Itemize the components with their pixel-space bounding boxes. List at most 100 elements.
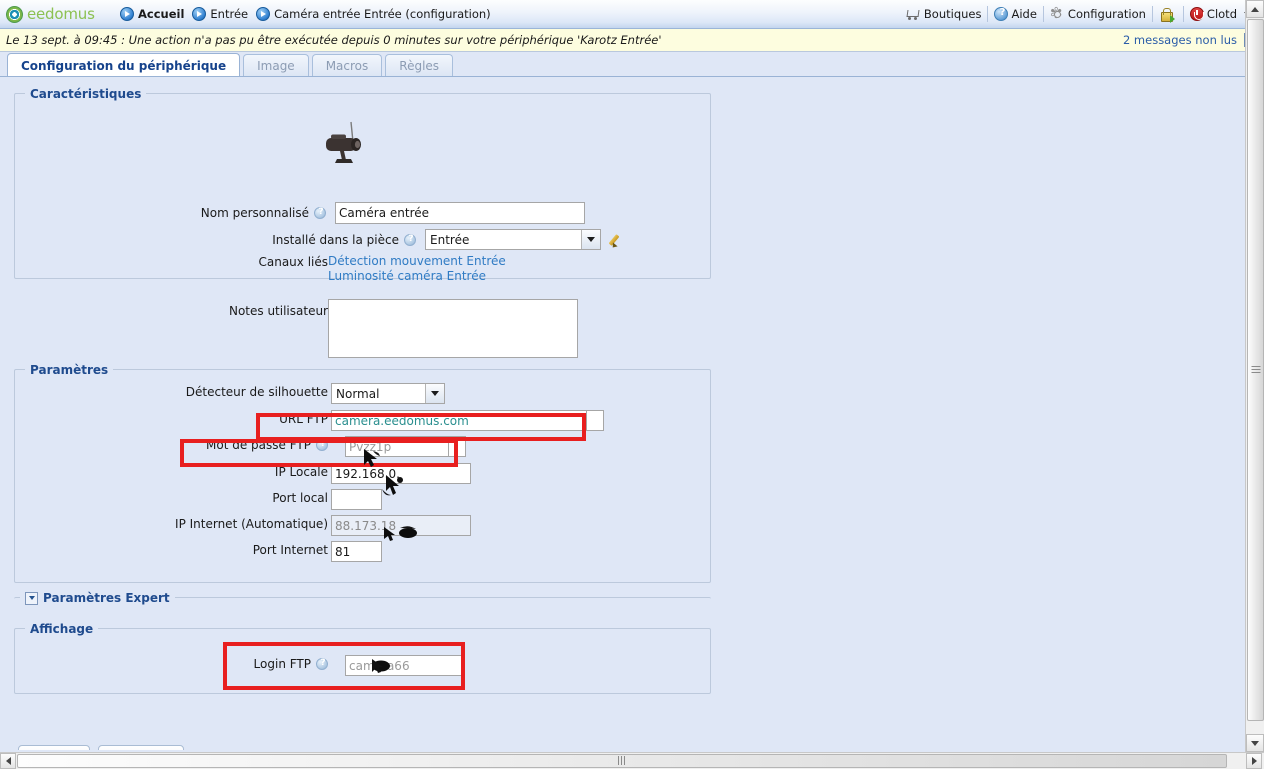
canal-link-detection-mouvement[interactable]: Détection mouvement Entrée: [328, 254, 506, 269]
input-mot-de-passe-ftp[interactable]: Pvzz1p: [345, 436, 449, 457]
input-nom-personnalise[interactable]: Caméra entrée: [335, 202, 585, 224]
input-login-ftp[interactable]: camera66: [345, 655, 463, 676]
field-port-local: Port local: [15, 491, 328, 505]
tab-image[interactable]: Image: [243, 54, 309, 77]
input-url-ftp[interactable]: camera.eedomus.com: [331, 410, 587, 431]
field-notes-utilisateur: Notes utilisateur: [15, 304, 328, 318]
section-caracteristiques: Caractéristiques Nom personnalisé Caméra…: [14, 87, 711, 358]
help-icon[interactable]: [404, 233, 417, 246]
secure-session-button[interactable]: [1153, 7, 1183, 23]
camera-icon: [315, 120, 375, 168]
select-detecteur-silhouette[interactable]: Normal: [331, 383, 445, 404]
label-mot-de-passe-ftp: Mot de passe FTP: [206, 438, 311, 452]
canaux-lies-links: Détection mouvement Entrée Luminosité ca…: [328, 254, 506, 284]
chevron-down-icon[interactable]: [25, 591, 38, 605]
section-parametres-expert-legend: Paramètres Expert: [20, 591, 175, 605]
brand-logo[interactable]: eedomus: [0, 5, 112, 23]
header-link-boutiques-label: Boutiques: [923, 7, 982, 21]
eedomus-logo-icon: [6, 5, 23, 23]
select-detecteur-value: Normal: [336, 386, 380, 401]
section-affichage: Affichage Login FTP camera66: [14, 622, 711, 694]
field-login-ftp: Login FTP: [15, 657, 329, 671]
unread-messages-count[interactable]: 2 messages non lus: [1123, 33, 1237, 47]
help-icon[interactable]: [316, 658, 329, 670]
content-pane: Caractéristiques Nom personnalisé Caméra…: [0, 76, 1245, 750]
input-url-ftp-suffix[interactable]: [587, 410, 604, 431]
section-parametres-legend: Paramètres: [25, 363, 114, 377]
field-detecteur-silhouette: Détecteur de silhouette: [15, 385, 328, 399]
scroll-left-button[interactable]: [0, 753, 16, 769]
save-button[interactable]: Sauver: [18, 745, 90, 750]
tab-regles[interactable]: Règles: [385, 54, 454, 77]
field-canaux-lies: Canaux liés: [15, 254, 328, 269]
field-ip-locale: IP Locale: [15, 465, 328, 479]
notification-bar: Le 13 sept. à 09:45 : Une action n'a pas…: [0, 29, 1264, 52]
input-ip-locale[interactable]: 192.168.0.: [331, 463, 471, 484]
field-mot-de-passe-ftp: Mot de passe FTP: [15, 438, 329, 452]
breadcrumb-item-entree[interactable]: Entrée: [190, 7, 254, 21]
label-ip-internet: IP Internet (Automatique): [175, 517, 328, 531]
header-link-configuration[interactable]: Configuration: [1044, 4, 1152, 22]
scroll-right-button[interactable]: [1246, 753, 1262, 769]
breadcrumb: Accueil Entrée Caméra entrée Entrée (con…: [118, 7, 497, 21]
help-icon[interactable]: [316, 439, 329, 451]
label-port-internet: Port Internet: [252, 543, 328, 557]
textarea-notes-utilisateur[interactable]: [328, 299, 578, 358]
label-notes-utilisateur: Notes utilisateur: [228, 304, 328, 318]
header-link-boutiques[interactable]: Boutiques: [900, 7, 988, 22]
chevron-right-icon: [1251, 757, 1257, 765]
vertical-scrollbar-thumb[interactable]: [1247, 19, 1264, 721]
section-parametres-expert-title: Paramètres Expert: [43, 591, 170, 605]
notification-text: Le 13 sept. à 09:45 : Une action n'a pas…: [6, 33, 662, 47]
label-nom-personnalise: Nom personnalisé: [200, 206, 309, 220]
horizontal-scrollbar[interactable]: [0, 752, 1264, 769]
section-affichage-legend: Affichage: [25, 622, 99, 636]
tab-configuration-du-peripherique[interactable]: Configuration du périphérique: [7, 53, 241, 77]
label-canaux-lies: Canaux liés: [258, 255, 328, 269]
arrow-circle-icon: [192, 7, 207, 21]
scrollbar-grip-icon: [618, 754, 626, 768]
field-installe-dans-la-piece: Installé dans la pièce Entrée: [15, 229, 625, 250]
delete-button[interactable]: Supprimer: [98, 745, 184, 750]
breadcrumb-label-entree: Entrée: [210, 7, 249, 21]
section-parametres-expert: Paramètres Expert: [14, 591, 711, 611]
brand-name: eedomus: [27, 5, 95, 23]
canal-link-luminosite-camera[interactable]: Luminosité caméra Entrée: [328, 269, 506, 284]
input-port-local[interactable]: [331, 489, 382, 510]
input-mot-de-passe-ftp-suffix[interactable]: [449, 436, 466, 457]
power-icon: [1189, 7, 1204, 21]
input-ip-internet: 88.173.18: [331, 515, 471, 536]
user-name-label: Clotd: [1206, 7, 1237, 21]
header-link-aide[interactable]: Aide: [988, 7, 1042, 21]
scroll-up-button[interactable]: [1246, 0, 1264, 18]
tab-macros[interactable]: Macros: [311, 54, 383, 77]
header-link-aide-label: Aide: [1011, 7, 1037, 21]
help-icon[interactable]: [314, 207, 327, 219]
field-nom-personnalise: Nom personnalisé Caméra entrée: [15, 202, 585, 224]
arrow-circle-icon: [256, 7, 271, 21]
arrow-circle-icon: [120, 7, 134, 21]
chevron-down-icon: [1251, 740, 1259, 746]
label-detecteur-silhouette: Détecteur de silhouette: [185, 385, 328, 399]
header-actions: Boutiques Aide Configuration Clotd: [900, 4, 1264, 23]
field-url-ftp: URL FTP: [15, 412, 328, 426]
chevron-down-icon[interactable]: [581, 230, 600, 249]
field-ip-internet: IP Internet (Automatique): [15, 517, 328, 531]
breadcrumb-label-accueil: Accueil: [138, 7, 185, 21]
breadcrumb-item-camera[interactable]: Caméra entrée Entrée (configuration): [254, 7, 497, 21]
pencil-icon[interactable]: [609, 232, 625, 248]
breadcrumb-item-accueil[interactable]: Accueil: [118, 7, 190, 21]
select-piece[interactable]: Entrée: [425, 229, 601, 250]
chevron-down-icon[interactable]: [425, 384, 444, 403]
input-port-internet[interactable]: 81: [331, 541, 382, 562]
horizontal-scrollbar-thumb[interactable]: [17, 754, 1227, 768]
help-icon: [994, 7, 1009, 21]
scroll-down-button[interactable]: [1246, 734, 1264, 752]
notification-right: 2 messages non lus ✕: [1123, 33, 1258, 47]
top-header-bar: eedomus Accueil Entrée Caméra entrée Ent…: [0, 0, 1264, 29]
scrollbar-grip-icon: [1251, 363, 1260, 377]
label-installe-dans-la-piece: Installé dans la pièce: [272, 232, 399, 247]
tab-bar: Configuration du périphérique Image Macr…: [0, 53, 1245, 77]
vertical-scrollbar[interactable]: [1245, 0, 1264, 753]
label-url-ftp: URL FTP: [279, 412, 328, 426]
